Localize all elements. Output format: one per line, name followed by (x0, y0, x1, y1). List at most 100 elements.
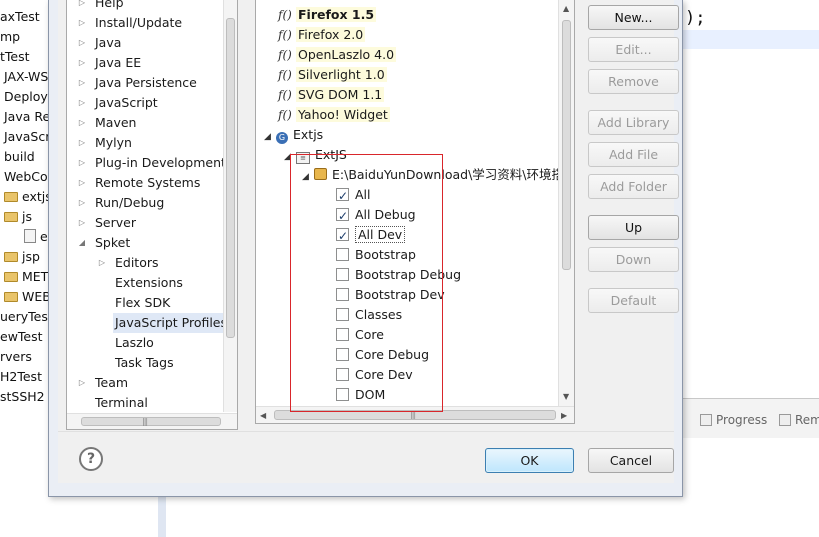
explorer-item[interactable]: rvers (0, 347, 32, 367)
collapsed-arrow-icon[interactable]: ▷ (77, 213, 87, 233)
scroll-up-icon[interactable]: ▲ (563, 4, 569, 13)
module-checkbox[interactable] (336, 206, 349, 226)
module-checkbox[interactable] (336, 268, 349, 281)
collapsed-arrow-icon[interactable]: ▷ (77, 33, 87, 53)
edit-button[interactable]: Edit... (588, 37, 679, 62)
library-horizontal-scrollbar[interactable]: ◀ ||| ▶ (256, 406, 574, 423)
module-item[interactable]: All Dev (336, 225, 406, 246)
module-checkbox[interactable] (336, 368, 349, 381)
explorer-item[interactable]: stSSH2 (0, 387, 45, 407)
module-item[interactable]: All Debug (336, 205, 416, 226)
collapsed-arrow-icon[interactable]: ▷ (77, 0, 87, 13)
explorer-item[interactable]: JavaScri (4, 127, 54, 147)
expanded-arrow-icon[interactable]: ◢ (77, 233, 87, 253)
preference-category-tree[interactable]: ▷ Help ▷ Install/Update ▷ Java ▷ Java EE ▷ Java P… (66, 0, 238, 430)
scroll-right-icon[interactable]: ▶ (561, 411, 567, 420)
module-checkbox[interactable] (336, 288, 349, 301)
explorer-item[interactable]: H2Test (0, 367, 42, 387)
explorer-item[interactable]: extjs (4, 187, 52, 207)
explorer-item[interactable]: tTest (0, 47, 30, 67)
explorer-item[interactable]: MET (4, 267, 48, 287)
profile-item[interactable]: f() SVG DOM 1.1 (278, 85, 385, 105)
explorer-item[interactable]: mp (0, 27, 20, 47)
ok-button[interactable]: OK (485, 448, 574, 473)
profile-item[interactable]: f() Firefox 1.5 (278, 5, 377, 25)
explorer-item[interactable]: Java Re (4, 107, 50, 127)
up-button[interactable]: Up (588, 215, 679, 240)
cancel-button[interactable]: Cancel (588, 448, 674, 473)
library-path[interactable]: ◢ E:\BaiduYunDownload\学习资料\环境搭 (302, 165, 564, 185)
javascript-profiles-tree[interactable]: f() Firefox 1.5 f() Firefox 2.0 f() OpenLaszl… (255, 0, 575, 424)
module-checkbox[interactable] (336, 308, 349, 321)
expanded-arrow-icon[interactable]: ◢ (302, 167, 314, 187)
help-icon[interactable]: ? (79, 447, 103, 471)
explorer-item[interactable]: JAX-WS (4, 67, 48, 87)
module-item[interactable]: Classes (336, 305, 402, 325)
collapsed-arrow-icon[interactable]: ▷ (77, 13, 87, 33)
profile-item[interactable]: f() Firefox 2.0 (278, 25, 366, 45)
remove-button[interactable]: Remove (588, 69, 679, 94)
collapsed-arrow-icon[interactable]: ▷ (77, 113, 87, 133)
explorer-item[interactable]: WEB (4, 287, 51, 307)
down-button[interactable]: Down (588, 247, 679, 272)
category-label: Help (95, 0, 124, 10)
library-extjs[interactable]: ◢ G Extjs (264, 125, 323, 145)
module-item[interactable]: Bootstrap Debug (336, 265, 461, 285)
category-label: Plug-in Development (95, 155, 226, 170)
module-checkbox[interactable] (336, 348, 349, 361)
progress-tab[interactable]: Progress (700, 413, 767, 427)
profile-item[interactable]: f() Silverlight 1.0 (278, 65, 387, 85)
add-file-button[interactable]: Add File (588, 142, 679, 167)
category-horizontal-scrollbar[interactable]: ||| (67, 413, 237, 429)
module-item[interactable]: All (336, 185, 371, 206)
profile-item[interactable]: f() OpenLaszlo 4.0 (278, 45, 397, 65)
explorer-item[interactable]: js (4, 207, 32, 227)
explorer-item[interactable]: axTest (0, 7, 40, 27)
module-item[interactable]: Bootstrap Dev (336, 285, 445, 305)
explorer-item[interactable]: e (24, 227, 48, 247)
collapsed-arrow-icon[interactable]: ▷ (77, 53, 87, 73)
expanded-arrow-icon[interactable]: ◢ (264, 127, 276, 147)
module-item[interactable]: Bootstrap (336, 245, 416, 265)
module-item[interactable]: Core Debug (336, 345, 429, 365)
module-checkbox[interactable] (336, 328, 349, 341)
expanded-arrow-icon[interactable]: ◢ (284, 147, 296, 167)
add-library-button[interactable]: Add Library (588, 110, 679, 135)
category-scroll-thumb[interactable] (226, 18, 235, 338)
module-checkbox[interactable] (336, 248, 349, 261)
module-item[interactable]: Core (336, 325, 384, 345)
collapsed-arrow-icon[interactable]: ▷ (77, 93, 87, 113)
module-item[interactable]: Core Dev (336, 365, 413, 385)
explorer-item[interactable]: ewTest (0, 327, 43, 347)
collapsed-arrow-icon[interactable]: ▷ (77, 153, 87, 173)
category-vertical-scrollbar[interactable] (223, 0, 237, 412)
scroll-left-icon[interactable]: ◀ (260, 411, 266, 420)
category-hscroll-thumb[interactable] (81, 417, 221, 426)
collapsed-arrow-icon[interactable]: ▷ (77, 73, 87, 93)
scroll-down-icon[interactable]: ▼ (563, 392, 569, 401)
profile-item[interactable]: f() Yahoo! Widget (278, 105, 390, 125)
module-checkbox[interactable] (336, 388, 349, 401)
explorer-item-label: e (40, 229, 48, 244)
library-extjs-child[interactable]: ◢ ≡ ExtJS (284, 145, 347, 165)
library-vertical-scrollbar[interactable]: ▲ ▼ (558, 0, 574, 406)
default-button[interactable]: Default (588, 288, 679, 313)
explorer-item[interactable]: build (4, 147, 35, 167)
module-item[interactable]: DOM (336, 385, 385, 405)
module-label: Bootstrap Dev (355, 287, 445, 302)
collapsed-arrow-icon[interactable]: ▷ (77, 373, 87, 393)
add-folder-button[interactable]: Add Folder (588, 174, 679, 199)
module-checkbox[interactable] (336, 226, 349, 246)
library-scroll-thumb[interactable] (562, 20, 571, 270)
module-checkbox[interactable] (336, 186, 349, 206)
explorer-item[interactable]: jsp (4, 247, 40, 267)
explorer-item[interactable]: Deploy (4, 87, 48, 107)
collapsed-arrow-icon[interactable]: ▷ (77, 173, 87, 193)
collapsed-arrow-icon[interactable]: ▷ (77, 193, 87, 213)
explorer-item[interactable]: ueryTest (0, 307, 53, 327)
collapsed-arrow-icon[interactable]: ▷ (77, 133, 87, 153)
remote-tab[interactable]: Rem (779, 413, 819, 427)
new-button[interactable]: New... (588, 5, 679, 30)
explorer-item[interactable]: WebCo (4, 167, 48, 187)
collapsed-arrow-icon[interactable]: ▷ (97, 253, 107, 273)
